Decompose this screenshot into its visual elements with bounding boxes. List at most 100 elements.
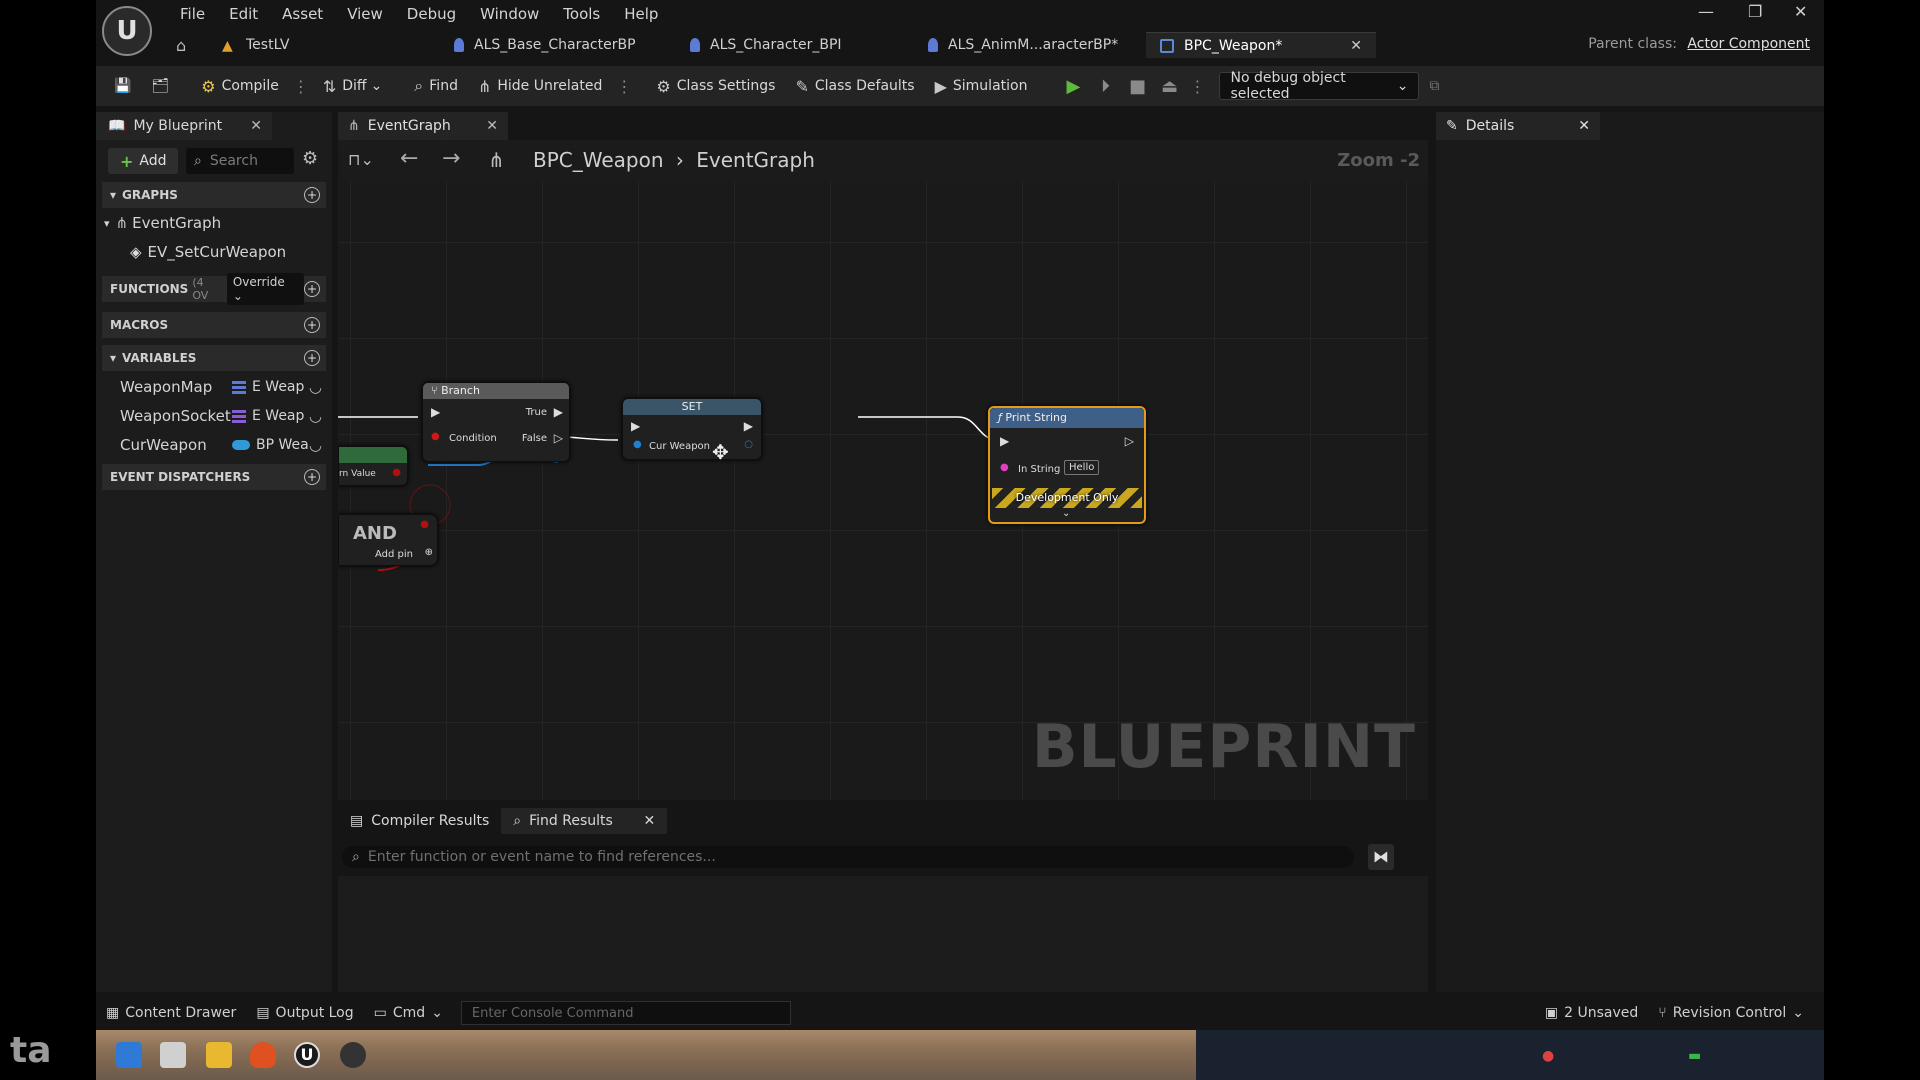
find-references-input[interactable]: ⌕ Enter function or event name to find r… bbox=[342, 846, 1354, 868]
close-icon[interactable]: ✕ bbox=[486, 118, 498, 134]
compile-button[interactable]: ⚙ Compile bbox=[191, 66, 289, 106]
variable-curweapon[interactable]: CurWeapon BP Wea ◡ bbox=[120, 433, 326, 457]
menu-view[interactable]: View bbox=[337, 4, 397, 24]
file-explorer-icon[interactable] bbox=[206, 1042, 232, 1068]
menu-tools[interactable]: Tools bbox=[553, 4, 614, 24]
debug-filter-icon[interactable]: ⧉ bbox=[1419, 66, 1449, 106]
find-button[interactable]: ⌕ Find bbox=[404, 66, 468, 106]
cmd-dropdown[interactable]: ▭ Cmd ⌄ bbox=[364, 998, 453, 1028]
stop-icon[interactable]: ■ bbox=[1125, 74, 1149, 98]
tree-item-event[interactable]: ◈ EV_SetCurWeapon bbox=[130, 243, 286, 261]
console-command-input[interactable]: Enter Console Command bbox=[460, 1001, 791, 1025]
event-graph-canvas[interactable]: ⊓⌄ ← → ⋔ BPC_Weapon › EventGraph Zoom -2… bbox=[338, 140, 1428, 800]
home-icon[interactable]: ⌂ bbox=[176, 36, 186, 55]
event-dispatchers-section-header[interactable]: EVENT DISPATCHERS + bbox=[102, 464, 326, 490]
play-icon[interactable]: ▶ bbox=[1061, 74, 1085, 98]
add-graph-icon[interactable]: + bbox=[304, 187, 320, 203]
add-pin-icon[interactable]: ⊕ bbox=[425, 547, 433, 558]
close-icon[interactable]: ✕ bbox=[1578, 118, 1590, 134]
print-string-node[interactable]: ƒ Print String ▶ ▷ ● In String Hello Dev… bbox=[988, 406, 1146, 524]
save-icon[interactable]: 💾 bbox=[96, 66, 141, 106]
exec-out-pin[interactable]: ▷ bbox=[1125, 434, 1134, 448]
settings-gear-icon[interactable]: ⚙ bbox=[302, 148, 318, 169]
tab-find-results[interactable]: ⌕ Find Results ✕ bbox=[501, 808, 668, 834]
restore-icon[interactable]: ❐ bbox=[1748, 2, 1762, 21]
diff-button[interactable]: ⇅ Diff ⌄ bbox=[313, 66, 392, 106]
macros-section-header[interactable]: MACROS + bbox=[102, 312, 326, 338]
in-string-pin[interactable]: ● bbox=[1000, 462, 1009, 473]
variable-type[interactable]: BP Wea bbox=[232, 437, 309, 453]
tray-icon[interactable]: ● bbox=[1542, 1048, 1554, 1064]
return-value-pin[interactable]: ● bbox=[392, 467, 401, 478]
variables-section-header[interactable]: ▾ VARIABLES + bbox=[102, 345, 326, 371]
revision-control-button[interactable]: ⑂ Revision Control ⌄ bbox=[1648, 998, 1814, 1028]
add-button[interactable]: + Add bbox=[108, 148, 178, 174]
true-exec-pin[interactable]: ▶ bbox=[554, 405, 563, 419]
variable-type[interactable]: E Weap bbox=[232, 408, 304, 424]
binoculars-icon[interactable]: ⧓ bbox=[1368, 844, 1394, 870]
variable-weaponsocket[interactable]: WeaponSocket E Weap ◡ bbox=[120, 404, 326, 428]
return-value-node[interactable]: rn Value ● bbox=[338, 446, 408, 486]
close-icon[interactable]: ✕ bbox=[250, 118, 262, 134]
exec-in-pin[interactable]: ▶ bbox=[631, 419, 640, 433]
task-view-icon[interactable] bbox=[160, 1042, 186, 1068]
menu-asset[interactable]: Asset bbox=[272, 4, 337, 24]
play-options-icon[interactable]: ⋮ bbox=[1185, 77, 1209, 96]
tab-details[interactable]: ✎ Details ✕ bbox=[1436, 112, 1600, 140]
windows-start-icon[interactable] bbox=[116, 1042, 142, 1068]
class-defaults-button[interactable]: ✎ Class Defaults bbox=[785, 66, 924, 106]
tab-als-animbp[interactable]: ALS_AnimM...aracterBP* bbox=[914, 32, 1146, 58]
more-options-icon[interactable]: ⋮ bbox=[612, 77, 636, 96]
unsaved-button[interactable]: ▣ 2 Unsaved bbox=[1535, 998, 1648, 1028]
eject-icon[interactable]: ⏏ bbox=[1157, 74, 1181, 98]
unreal-logo-icon[interactable]: U bbox=[102, 6, 152, 56]
menu-help[interactable]: Help bbox=[614, 4, 672, 24]
add-dispatcher-icon[interactable]: + bbox=[304, 469, 320, 485]
condition-pin[interactable]: ● bbox=[431, 431, 440, 442]
tab-testlv[interactable]: ▲ TestLV bbox=[208, 32, 440, 58]
in-string-value[interactable]: Hello bbox=[1064, 460, 1100, 475]
close-tab-icon[interactable]: ✕ bbox=[1350, 38, 1362, 54]
graphs-section-header[interactable]: ▾ GRAPHS + bbox=[102, 182, 326, 208]
tab-eventgraph[interactable]: ⋔ EventGraph ✕ bbox=[338, 112, 508, 140]
variable-weaponmap[interactable]: WeaponMap E Weap ◡ bbox=[120, 375, 326, 399]
add-function-icon[interactable]: + bbox=[304, 281, 320, 297]
tab-my-blueprint[interactable]: 📖 My Blueprint ✕ bbox=[96, 112, 272, 140]
minimize-icon[interactable]: — bbox=[1698, 2, 1714, 21]
tray-icon[interactable]: ▬ bbox=[1688, 1048, 1701, 1064]
tab-als-character-bpi[interactable]: ALS_Character_BPI bbox=[676, 32, 914, 58]
cur-weapon-out-pin[interactable]: ○ bbox=[744, 439, 753, 450]
tab-als-base-characterbp[interactable]: ALS_Base_CharacterBP bbox=[440, 32, 676, 58]
exec-in-pin[interactable]: ▶ bbox=[1000, 434, 1009, 448]
menu-edit[interactable]: Edit bbox=[219, 4, 272, 24]
step-icon[interactable]: ⏵ bbox=[1093, 74, 1117, 98]
brave-browser-icon[interactable] bbox=[250, 1042, 276, 1068]
menu-window[interactable]: Window bbox=[470, 4, 553, 24]
add-macro-icon[interactable]: + bbox=[304, 317, 320, 333]
menu-file[interactable]: File bbox=[170, 4, 219, 24]
output-log-button[interactable]: ▤ Output Log bbox=[246, 998, 363, 1028]
and-output-pin[interactable]: ● bbox=[420, 519, 429, 530]
close-window-icon[interactable]: ✕ bbox=[1794, 2, 1807, 21]
class-settings-button[interactable]: ⚙ Class Settings bbox=[646, 66, 785, 106]
parent-class-link[interactable]: Actor Component bbox=[1687, 36, 1810, 52]
app-taskbar-icon[interactable] bbox=[340, 1042, 366, 1068]
eye-icon[interactable]: ◡ bbox=[309, 436, 322, 454]
tab-compiler-results[interactable]: ▤ Compiler Results bbox=[338, 808, 501, 834]
cur-weapon-pin[interactable]: ● bbox=[633, 439, 642, 450]
debug-object-select[interactable]: No debug object selected ⌄ bbox=[1219, 70, 1420, 102]
browse-icon[interactable]: 🗂 bbox=[141, 66, 179, 106]
menu-debug[interactable]: Debug bbox=[397, 4, 470, 24]
tab-bpc-weapon[interactable]: BPC_Weapon* ✕ bbox=[1146, 32, 1376, 58]
search-input[interactable]: ⌕ Search bbox=[186, 148, 294, 174]
close-icon[interactable]: ✕ bbox=[644, 813, 656, 829]
eye-icon[interactable]: ◡ bbox=[309, 407, 322, 425]
functions-section-header[interactable]: FUNCTIONS (4 OV Override ⌄ + bbox=[102, 273, 326, 305]
tree-item-eventgraph[interactable]: ▾ ⋔ EventGraph bbox=[104, 214, 221, 232]
chevron-down-icon[interactable]: ⌄ bbox=[1062, 508, 1070, 519]
unreal-engine-taskbar-icon[interactable]: U bbox=[294, 1042, 320, 1068]
content-drawer-button[interactable]: ▦ Content Drawer bbox=[96, 998, 246, 1028]
exec-out-pin[interactable]: ▶ bbox=[744, 419, 753, 433]
compile-options-icon[interactable]: ⋮ bbox=[289, 77, 313, 96]
add-variable-icon[interactable]: + bbox=[304, 350, 320, 366]
